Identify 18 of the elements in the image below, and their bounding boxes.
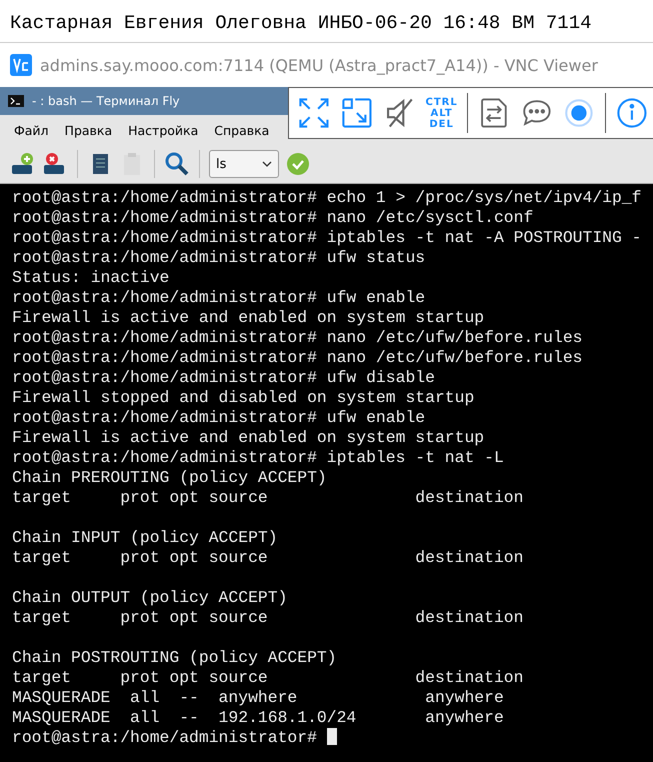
- add-tab-icon[interactable]: [10, 151, 36, 177]
- resize-icon[interactable]: [340, 96, 374, 130]
- info-icon[interactable]: [615, 96, 650, 130]
- menu-item[interactable]: Правка: [56, 120, 120, 140]
- terminal-icon: [8, 95, 24, 107]
- caret-icon: [262, 161, 272, 167]
- window-title: admins.say.mooo.com:7114 (QEMU (Astra_pract7_A14)) - VNC Viewer: [40, 56, 598, 74]
- command-dropdown[interactable]: ls: [209, 150, 279, 178]
- fullscreen-icon[interactable]: [297, 96, 331, 130]
- terminal-output: root@astra:/home/administrator# echo 1 > /proc/sys/net/ipv4/ip_f root@astra:/home/administrator# nano /etc/sysctl.conf root@astra:/home/administrator# iptables -t nat -A POSTROUTING - root@astra:/home/administrator# ufw status Status: inactive root@astra:/home/administrator# ufw enable Firewall is active and enabled on system startup root@astra:/home/administrator# nano /etc/ufw/before.rules root@astra:/home/administrator# nano /etc/ufw/before.rules root@astra:/home/administrator# ufw disable Firewall stopped and disabled on system startup root@astra:/home/administrator# ufw enable Firewall is active and enabled on system startup root@astra:/home/administrator# iptables -t nat -L Chain PREROUTING (policy ACCEPT) target prot opt source destination Chain INPUT (policy ACCEPT) target prot opt source destination Chain OUTPUT (policy ACCEPT) target prot opt source destination Chain POSTROUTING (policy ACCEPT) target prot opt source destination MASQUERADE all -- anywhere anywhere MASQUERADE all -- 192.168.1.0/24 anywhere root@astra:/home/administrator#: [0, 184, 653, 762]
- window-title: - : bash — Терминал Fly: [32, 94, 180, 108]
- run-check-icon[interactable]: [285, 151, 311, 177]
- menu-item[interactable]: Файл: [6, 120, 57, 140]
- cursor: [326, 728, 337, 745]
- app-logo-icon: [10, 54, 32, 76]
- menu-item[interactable]: Настройка: [120, 120, 206, 140]
- menu-item[interactable]: Справка: [206, 120, 278, 140]
- search-icon[interactable]: [164, 151, 190, 177]
